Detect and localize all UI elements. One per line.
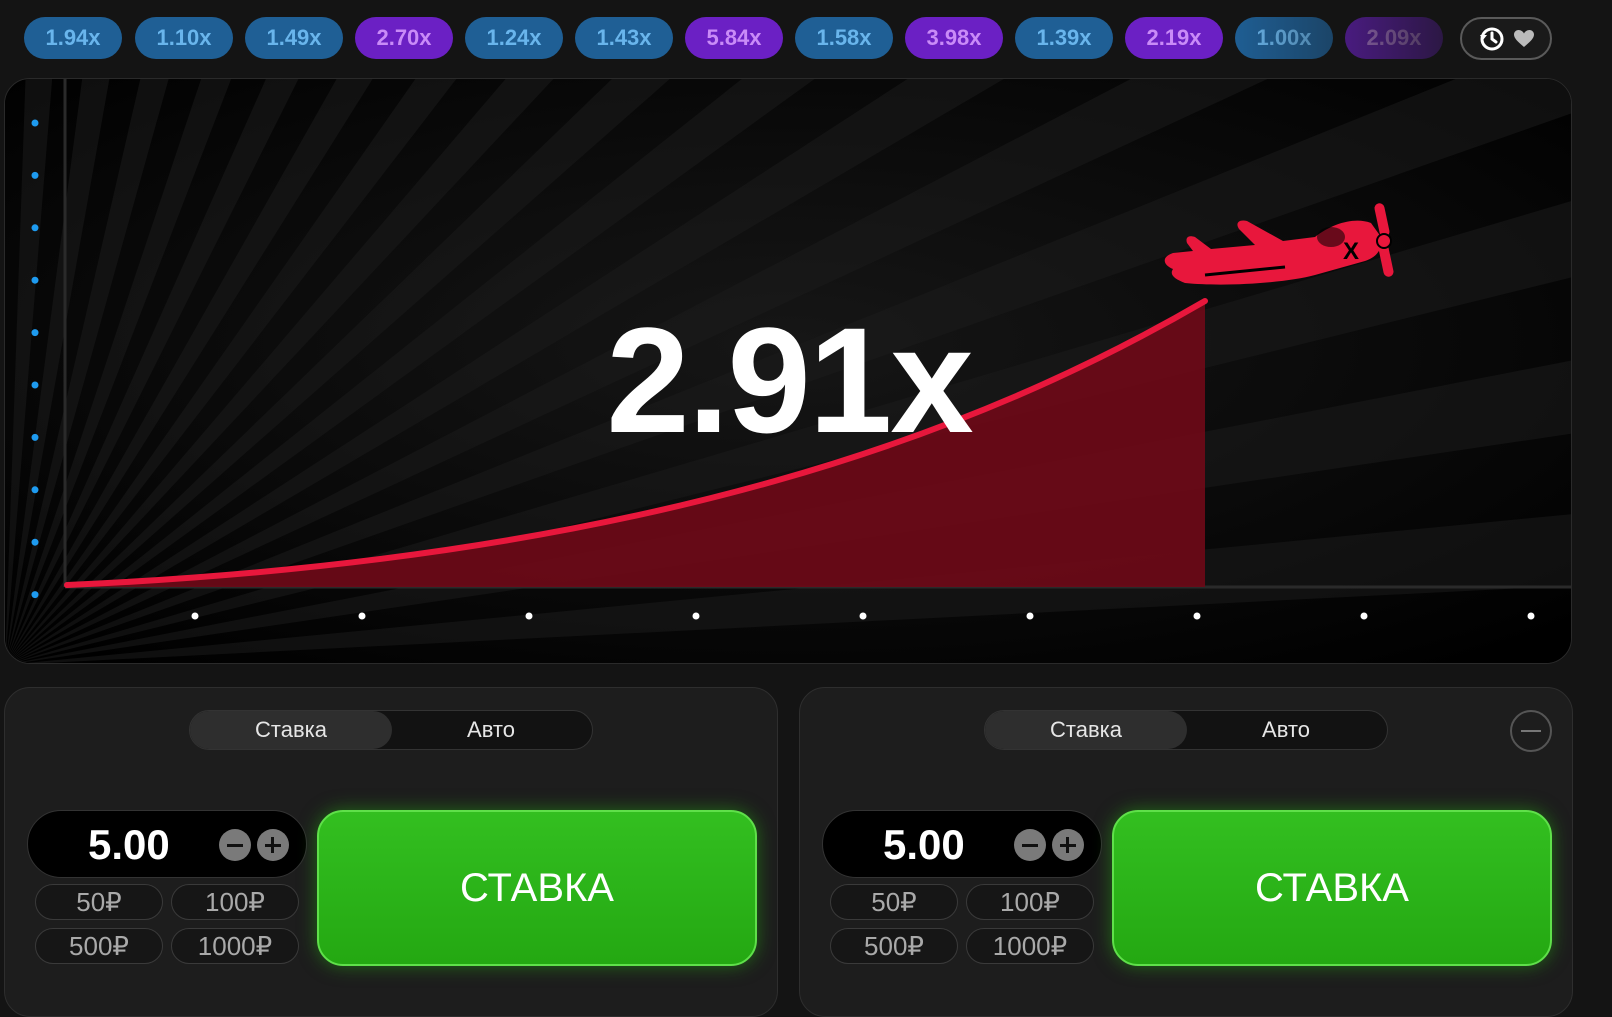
y-axis-dot (31, 171, 39, 179)
history-chip[interactable]: 1.58x (795, 17, 893, 59)
x-axis-dot (1026, 612, 1034, 620)
x-axis-dot (859, 612, 867, 620)
history-chip[interactable]: 1.94x (24, 17, 122, 59)
history-chip[interactable]: 1.24x (465, 17, 563, 59)
y-axis-dot (31, 486, 39, 494)
history-chip[interactable]: 2.70x (355, 17, 453, 59)
tab-auto[interactable]: Авто (1185, 711, 1387, 749)
y-axis-dot (31, 224, 39, 232)
history-icon (1480, 27, 1504, 50)
y-axis-dot (31, 538, 39, 546)
quick-amount-button[interactable]: 100₽ (966, 884, 1094, 920)
quick-amount-button[interactable]: 50₽ (35, 884, 163, 920)
game-canvas: X 2.91x (4, 78, 1572, 664)
tab-auto[interactable]: Авто (390, 711, 592, 749)
quick-amount-button[interactable]: 1000₽ (171, 928, 299, 964)
history-chip[interactable]: 2.09x (1345, 17, 1443, 59)
quick-amount-button[interactable]: 500₽ (35, 928, 163, 964)
x-axis-dot (1193, 612, 1201, 620)
bet-panel-2: Ставка Авто 5.00 50₽ 100₽ 500₽ 1000₽ СТА… (799, 687, 1573, 1017)
history-chip[interactable]: 1.49x (245, 17, 343, 59)
history-toggle-button[interactable] (1460, 17, 1552, 60)
x-axis-dot (692, 612, 700, 620)
increase-amount-button[interactable] (1052, 829, 1084, 861)
y-axis-dot (31, 591, 39, 599)
history-chip[interactable]: 1.39x (1015, 17, 1113, 59)
quick-amount-button[interactable]: 500₽ (830, 928, 958, 964)
x-axis-dot (1360, 612, 1368, 620)
x-axis-dot (1527, 612, 1535, 620)
plane-mark: X (1343, 238, 1359, 265)
history-chip[interactable]: 2.19x (1125, 17, 1223, 59)
multiplier-history-bar: 1.94x 1.10x 1.49x 2.70x 1.24x 1.43x 5.84… (0, 0, 1612, 78)
history-chip[interactable]: 1.00x (1235, 17, 1333, 59)
bet-panel-1: Ставка Авто 5.00 50₽ 100₽ 500₽ 1000₽ СТА… (4, 687, 778, 1017)
history-chip[interactable]: 1.10x (135, 17, 233, 59)
tab-bet[interactable]: Ставка (190, 711, 392, 749)
x-axis-dot (358, 612, 366, 620)
tab-bet[interactable]: Ставка (985, 711, 1187, 749)
chevron-down-icon (1514, 29, 1534, 47)
decrease-amount-button[interactable] (219, 829, 251, 861)
x-axis-dot (191, 612, 199, 620)
history-chip[interactable]: 5.84x (685, 17, 783, 59)
y-axis-dot (31, 276, 39, 284)
increase-amount-button[interactable] (257, 829, 289, 861)
quick-amount-button[interactable]: 100₽ (171, 884, 299, 920)
quick-amount-button[interactable]: 1000₽ (966, 928, 1094, 964)
current-multiplier: 2.91x (606, 296, 973, 464)
quick-amount-button[interactable]: 50₽ (830, 884, 958, 920)
x-axis-dot (525, 612, 533, 620)
bet-amount-input[interactable]: 5.00 (88, 811, 208, 879)
remove-panel-button[interactable] (1510, 710, 1552, 752)
place-bet-button[interactable]: СТАВКА (317, 810, 757, 966)
history-chip[interactable]: 3.98x (905, 17, 1003, 59)
y-axis-dot (31, 119, 39, 127)
bet-amount-stepper: 5.00 (27, 810, 307, 878)
decrease-amount-button[interactable] (1014, 829, 1046, 861)
place-bet-button[interactable]: СТАВКА (1112, 810, 1552, 966)
history-chip[interactable]: 1.43x (575, 17, 673, 59)
bet-mode-tabs: Ставка Авто (189, 710, 593, 750)
bet-amount-input[interactable]: 5.00 (883, 811, 1003, 879)
bet-amount-stepper: 5.00 (822, 810, 1102, 878)
bet-mode-tabs: Ставка Авто (984, 710, 1388, 750)
